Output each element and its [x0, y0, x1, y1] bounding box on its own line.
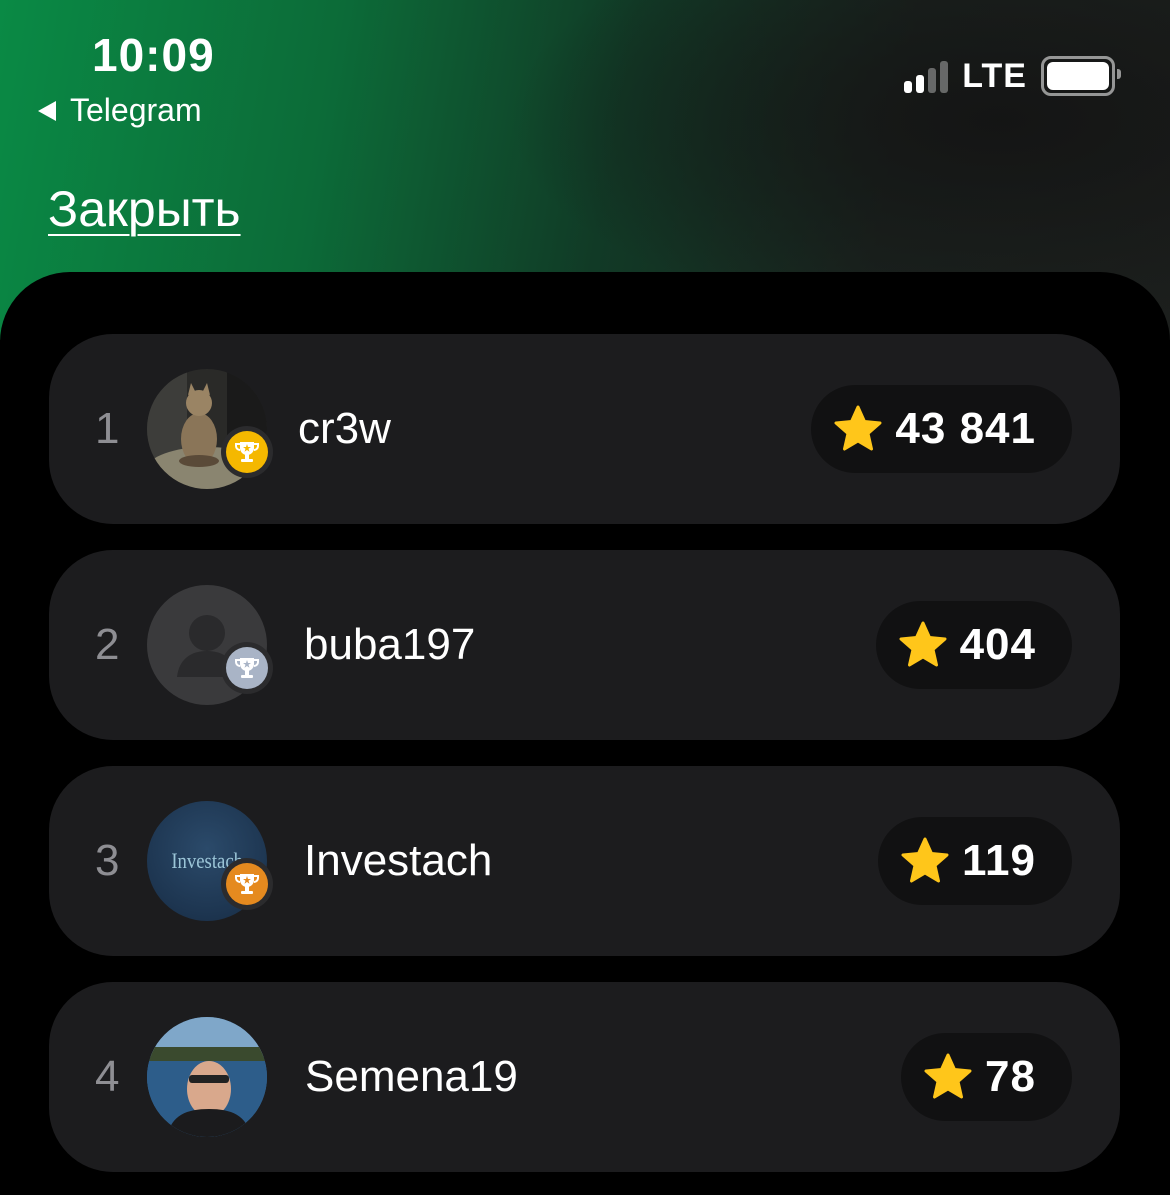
star-icon [901, 837, 949, 883]
trophy-icon [226, 863, 268, 905]
leaderboard-row[interactable]: 3 Investach Investach 119 [49, 766, 1120, 956]
score-pill: 119 [878, 817, 1072, 905]
rank-number: 4 [95, 1052, 120, 1101]
network-label: LTE [962, 56, 1027, 95]
leaderboard-row[interactable]: 2 buba197 404 [49, 550, 1120, 740]
score-value: 119 [962, 836, 1036, 885]
player-name: buba197 [304, 620, 476, 669]
rank-number: 1 [95, 404, 120, 453]
leaderboard-row[interactable]: 1 cr3w 43 841 [49, 334, 1120, 524]
star-icon [834, 405, 882, 451]
player-name: Semena19 [305, 1052, 518, 1101]
battery-icon [1041, 56, 1121, 96]
back-app-label: Telegram [70, 92, 202, 128]
player-name: Investach [304, 836, 493, 885]
signal-icon [904, 59, 949, 93]
score-pill: 404 [875, 601, 1072, 689]
score-pill: 43 841 [811, 385, 1072, 473]
star-icon [899, 621, 947, 667]
person-avatar-icon [147, 1017, 267, 1137]
score-value: 43 841 [895, 404, 1036, 453]
player-name: cr3w [298, 404, 391, 453]
star-icon [924, 1053, 972, 1099]
close-link[interactable]: Закрыть [48, 180, 241, 238]
gold-trophy-badge [221, 426, 273, 478]
rank-number: 2 [95, 620, 120, 669]
score-value: 78 [985, 1052, 1036, 1101]
score-pill: 78 [901, 1033, 1072, 1121]
status-indicators: LTE [904, 56, 1121, 96]
bronze-trophy-badge [221, 858, 273, 910]
rank-number: 3 [95, 836, 120, 885]
avatar [147, 1017, 267, 1137]
trophy-icon [226, 431, 268, 473]
status-time: 10:09 [92, 29, 215, 81]
back-arrow-icon [38, 100, 56, 121]
back-to-telegram[interactable]: Telegram [38, 92, 202, 129]
leaderboard-row[interactable]: 4 Semena19 78 [49, 982, 1120, 1172]
silver-trophy-badge [221, 642, 273, 694]
trophy-icon [226, 647, 268, 689]
score-value: 404 [959, 620, 1036, 669]
